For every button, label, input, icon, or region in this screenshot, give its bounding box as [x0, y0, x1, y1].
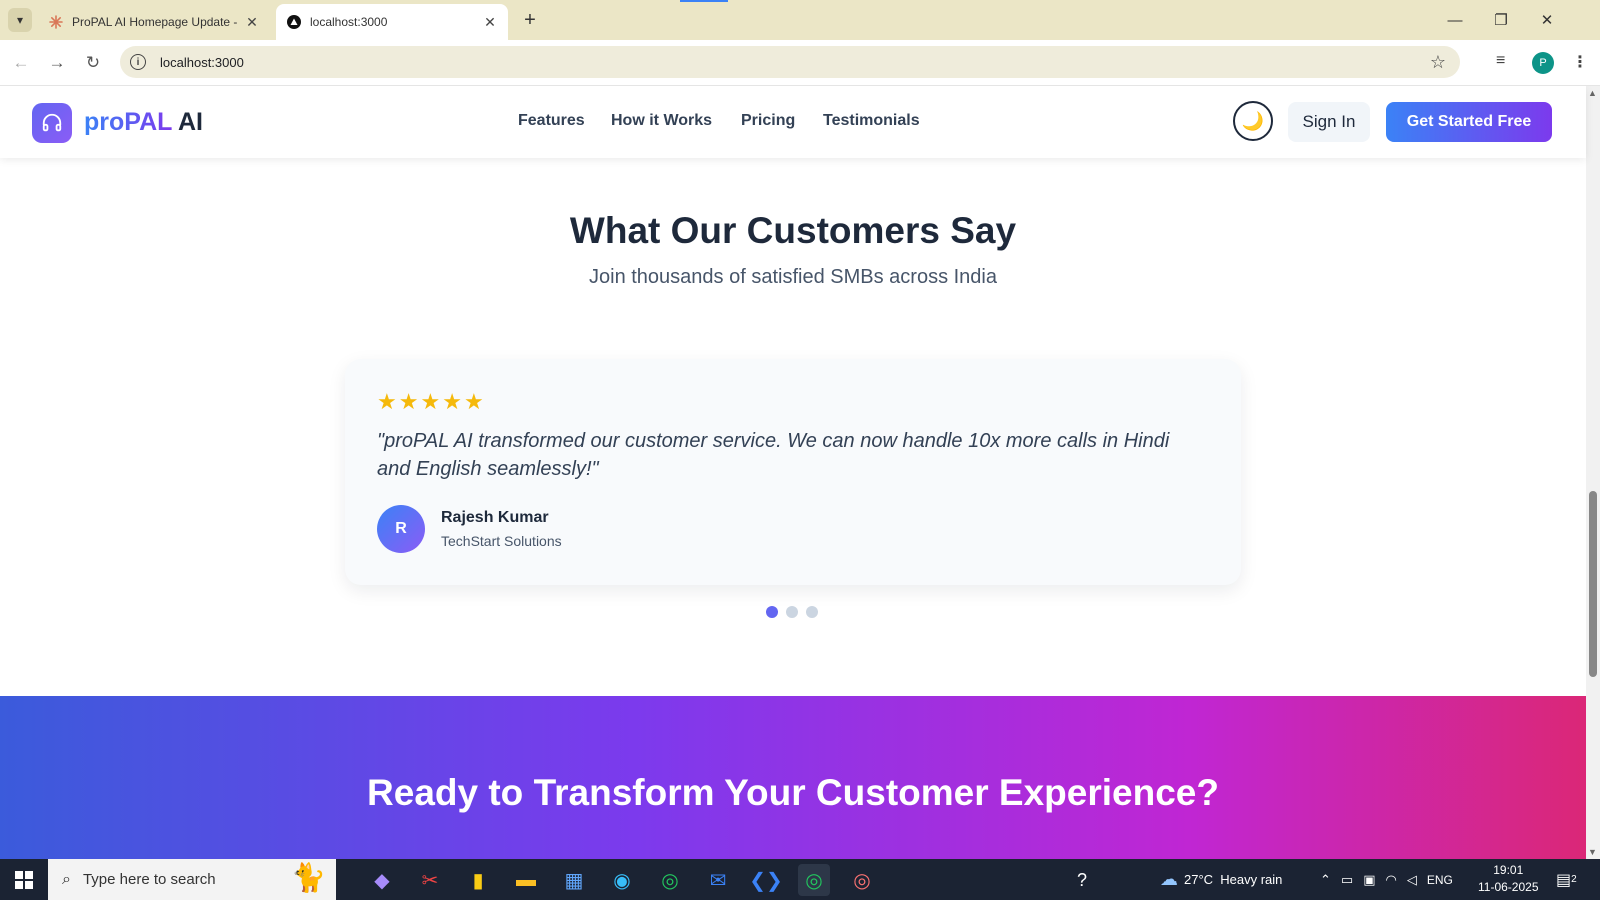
loading-indicator	[680, 0, 728, 2]
page-scrollbar[interactable]: ▲ ▼	[1586, 86, 1600, 859]
wifi-icon[interactable]: ◠	[1386, 872, 1397, 888]
back-arrow-icon[interactable]: ←	[8, 50, 34, 76]
star-icon: ★	[420, 389, 441, 414]
carousel-dot[interactable]	[786, 606, 798, 618]
close-window-icon[interactable]: ✕	[1524, 0, 1570, 40]
cta-band: Ready to Transform Your Customer Experie…	[0, 696, 1586, 859]
nav-features[interactable]: Features	[518, 112, 585, 130]
restore-icon[interactable]: ❐	[1478, 0, 1524, 40]
tab-title: ProPAL AI Homepage Update -	[72, 15, 238, 29]
cta-band-title: Ready to Transform Your Customer Experie…	[367, 772, 1219, 813]
help-icon[interactable]: ?	[1066, 864, 1098, 896]
chrome-icon[interactable]: ◎	[654, 864, 686, 896]
nav-testimonials[interactable]: Testimonials	[823, 112, 920, 130]
file-explorer-icon[interactable]: ▬	[510, 864, 542, 896]
star-icon: ★	[442, 389, 462, 414]
new-tab-plus-icon[interactable]: +	[516, 8, 544, 32]
theme-toggle-button[interactable]: 🌙	[1233, 101, 1273, 141]
minimize-icon[interactable]: —	[1432, 0, 1478, 40]
claude-sunburst-icon	[48, 14, 64, 30]
carousel-dot[interactable]	[766, 606, 778, 618]
edge-icon[interactable]: ◉	[606, 864, 638, 896]
star-icon: ★	[463, 389, 484, 414]
tab-title: localhost:3000	[310, 15, 388, 29]
author-name: Rajesh Kumar	[441, 509, 549, 526]
scroll-down-icon[interactable]: ▼	[1588, 847, 1597, 857]
language-indicator[interactable]: ENG	[1427, 873, 1453, 887]
author-avatar: R	[377, 505, 425, 553]
star-icon: ★	[398, 389, 419, 414]
battery-icon[interactable]: ▭	[1341, 872, 1353, 888]
address-url[interactable]: localhost:3000	[160, 55, 244, 70]
windows-taskbar: ⌕ Type here to search 🐈 ◆ ✂ ▮ ▬ ▦ ◉ ◎ ✉ …	[0, 859, 1600, 900]
snipping-tool-icon[interactable]: ✂	[414, 864, 446, 896]
get-started-button[interactable]: Get Started Free	[1386, 102, 1552, 142]
site-logo[interactable]: proPAL AI	[84, 108, 203, 137]
notifications-icon[interactable]: ▤ 2	[1556, 859, 1577, 900]
star-icon: ★	[377, 389, 397, 414]
weather-text: 27°C Heavy rain	[1184, 872, 1283, 887]
browser-tabstrip: ▾ ProPAL AI Homepage Update - ✕ localhos…	[0, 0, 1600, 40]
tab-search-chevron-icon[interactable]: ▾	[8, 8, 32, 32]
media-controls-icon[interactable]: ≡	[1496, 52, 1505, 70]
bookmark-star-icon[interactable]: ☆	[1430, 51, 1446, 73]
more-menu-icon[interactable]: ⋮	[1572, 52, 1588, 72]
volume-icon[interactable]: ◁	[1407, 872, 1417, 888]
forward-arrow-icon[interactable]: →	[44, 50, 70, 76]
taskbar-search-placeholder[interactable]: Type here to search	[83, 871, 216, 888]
clock-date: 11-06-2025	[1478, 880, 1539, 894]
copilot-icon[interactable]: ◆	[366, 864, 398, 896]
taskbar-search[interactable]: ⌕ Type here to search 🐈	[48, 859, 336, 900]
author-company: TechStart Solutions	[441, 533, 562, 549]
page-viewport: proPAL AI Features How it Works Pricing …	[0, 86, 1600, 859]
testimonials-subtitle: Join thousands of satisfied SMBs across …	[589, 266, 997, 288]
logo-brand: proPAL	[84, 108, 172, 136]
site-header: proPAL AI Features How it Works Pricing …	[0, 86, 1586, 158]
browser-toolbar: ← → ↻ i localhost:3000 ☆ ≡ ⋮	[0, 40, 1600, 86]
site-info-icon[interactable]: i	[130, 54, 146, 70]
notification-count: 2	[1571, 874, 1577, 885]
scrollbar-thumb[interactable]	[1589, 491, 1597, 677]
browser-tab-localhost[interactable]: localhost:3000 ✕	[276, 4, 508, 40]
browser-tab-propal-homepage[interactable]: ProPAL AI Homepage Update - ✕	[38, 4, 270, 40]
chrome-active-icon[interactable]: ◎	[798, 864, 830, 896]
reload-icon[interactable]: ↻	[80, 50, 106, 76]
moon-icon: 🌙	[1241, 110, 1265, 131]
clock-time: 19:01	[1493, 863, 1524, 877]
outlook-icon[interactable]: ✉	[702, 864, 734, 896]
close-tab-icon[interactable]: ✕	[244, 14, 260, 31]
profile-avatar[interactable]: P	[1532, 52, 1554, 74]
nav-pricing[interactable]: Pricing	[741, 112, 795, 130]
weather-widget[interactable]: ☁ 27°C Heavy rain	[1160, 859, 1282, 900]
system-tray: ⌃ ▭ ▣ ◠ ◁ ENG	[1320, 859, 1453, 900]
sign-in-button[interactable]: Sign In	[1288, 102, 1370, 142]
headphones-icon[interactable]	[32, 103, 72, 143]
meet-now-icon[interactable]: ▣	[1363, 872, 1375, 888]
vscode-icon[interactable]: ❮❯	[749, 864, 783, 896]
testimonials-title: What Our Customers Say	[569, 210, 1017, 251]
windows-start-icon[interactable]	[0, 859, 48, 900]
power-bi-icon[interactable]: ▮	[462, 864, 494, 896]
star-rating: ★ ★ ★ ★ ★	[377, 391, 484, 413]
search-icon: ⌕	[62, 870, 71, 888]
tray-overflow-icon[interactable]: ⌃	[1320, 872, 1331, 888]
search-highlight-cat-icon: 🐈	[291, 862, 326, 893]
chrome-profile-icon[interactable]: ◎	[846, 864, 878, 896]
clock[interactable]: 19:01 11-06-2025	[1478, 862, 1539, 896]
carousel-dots	[766, 606, 818, 618]
testimonial-quote: "proPAL AI transformed our customer serv…	[377, 430, 1170, 480]
carousel-dot[interactable]	[806, 606, 818, 618]
logo-suffix: AI	[178, 108, 203, 136]
nextjs-triangle-icon	[286, 14, 302, 30]
nav-how-it-works[interactable]: How it Works	[611, 112, 712, 130]
close-tab-icon[interactable]: ✕	[482, 14, 498, 31]
microsoft-store-icon[interactable]: ▦	[558, 864, 590, 896]
address-bar[interactable]: i localhost:3000 ☆	[120, 46, 1460, 78]
weather-rain-icon: ☁	[1160, 869, 1178, 889]
scroll-up-icon[interactable]: ▲	[1588, 88, 1597, 98]
testimonial-card: ★ ★ ★ ★ ★ "proPAL AI transformed our custome…	[345, 359, 1241, 585]
